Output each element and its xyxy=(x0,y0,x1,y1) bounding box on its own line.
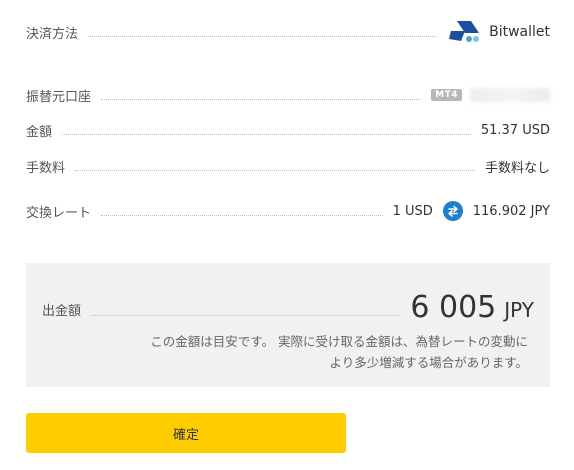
dotted-leader xyxy=(75,169,475,171)
disclaimer-line-2: より多少増減する場合があります。 xyxy=(329,355,528,370)
withdrawal-amount-value: 6 005 JPY xyxy=(410,290,534,325)
fee-value: 手数料なし xyxy=(484,160,550,176)
dotted-leader xyxy=(62,133,471,135)
payment-method-row: 決済方法 Bitwallet xyxy=(26,20,550,44)
disclaimer-line-1: この金額は目安です。 実際に受け取る金額は、為替レートの変動に xyxy=(150,334,528,349)
fee-row: 手数料 手数料なし xyxy=(26,155,550,177)
amount-row: 金額 51.37 USD xyxy=(26,119,550,141)
payment-method-label: 決済方法 xyxy=(26,26,79,42)
amount-value: 51.37 USD xyxy=(480,122,550,138)
fee-label: 手数料 xyxy=(26,160,66,176)
payment-method-value: Bitwallet xyxy=(447,19,550,45)
withdrawal-amount-number: 6 005 xyxy=(410,290,497,325)
confirm-button[interactable]: 確定 xyxy=(26,413,346,453)
exchange-rate-label: 交換レート xyxy=(26,205,92,221)
amount-label: 金額 xyxy=(26,124,53,140)
withdrawal-currency: JPY xyxy=(504,298,534,322)
withdrawal-amount-row: 出金額 6 005 JPY xyxy=(42,283,534,325)
blurred-account-number xyxy=(470,88,550,102)
dotted-leader xyxy=(101,98,422,100)
exchange-rate-value: 1 USD 116.902 JPY xyxy=(393,201,550,221)
dotted-leader xyxy=(91,315,401,316)
dotted-leader xyxy=(101,214,383,216)
swap-arrows-icon xyxy=(442,201,463,221)
transfer-account-value: MT4 xyxy=(431,88,550,102)
exchange-rate-row: 交換レート 1 USD 116.902 JPY xyxy=(26,199,550,223)
transfer-account-label: 振替元口座 xyxy=(26,89,92,105)
payment-method-name: Bitwallet xyxy=(489,24,550,40)
mt4-badge: MT4 xyxy=(431,89,462,101)
withdrawal-summary-panel: 出金額 6 005 JPY この金額は目安です。 実際に受け取る金額は、為替レート… xyxy=(26,263,550,387)
transfer-account-row: 振替元口座 MT4 xyxy=(26,84,550,106)
rate-from: 1 USD xyxy=(392,203,433,219)
withdrawal-amount-label: 出金額 xyxy=(42,304,82,319)
withdrawal-disclaimer: この金額は目安です。 実際に受け取る金額は、為替レートの変動に より多少増減する… xyxy=(88,331,528,373)
rate-to: 116.902 JPY xyxy=(472,203,550,219)
dotted-leader xyxy=(88,35,438,37)
bitwallet-logo-icon xyxy=(449,21,480,42)
